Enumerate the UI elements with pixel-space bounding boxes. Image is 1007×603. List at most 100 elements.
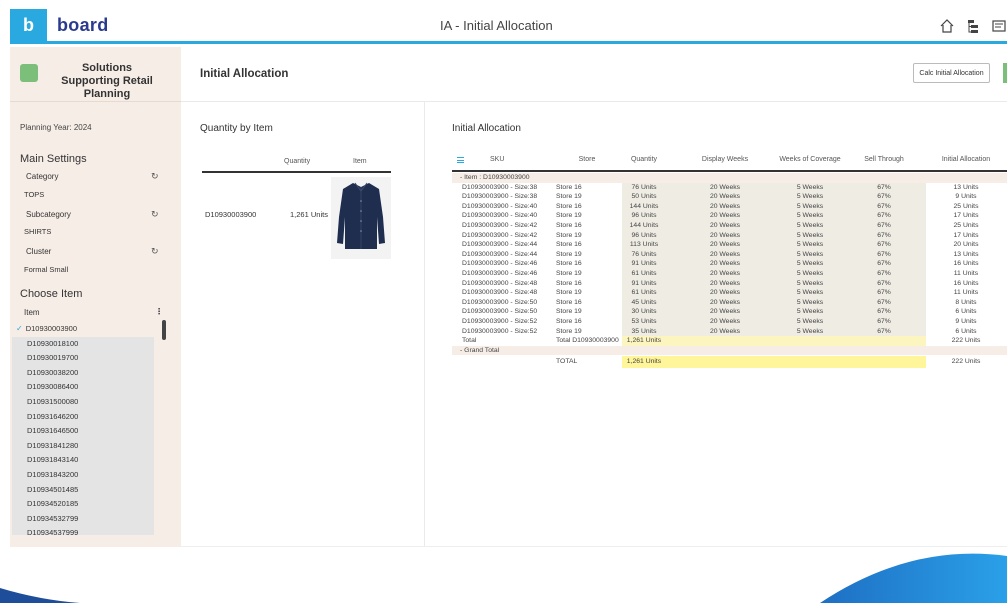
table-row[interactable]: D10930003900 - Size:50 Store 19 30 Units 20… [452, 307, 1007, 317]
item-list-entry[interactable]: D10930018100 [12, 336, 154, 352]
table-cell: 5 Weeks [796, 260, 824, 268]
table-cell: 50 Units [631, 193, 657, 201]
item-list-entry[interactable]: D10930086400 [12, 380, 154, 395]
column-header[interactable]: Initial Allocation [928, 156, 1004, 163]
subcategory-value[interactable]: SHIRTS [24, 227, 51, 236]
table-row[interactable]: D10930003900 - Size:38 Store 19 50 Units 20… [452, 192, 1007, 202]
table-cell: Store 16 [556, 318, 582, 325]
table-cell: 67% [877, 193, 891, 201]
cluster-value[interactable]: Formal Small [24, 265, 68, 274]
column-header[interactable]: Weeks of Coverage [770, 156, 850, 163]
checkmark-icon: ✓ [16, 324, 23, 333]
item-list-entry[interactable]: ✓ D10930003900 [12, 322, 154, 337]
category-value[interactable]: TOPS [24, 190, 44, 199]
column-header[interactable]: Sell Through [854, 156, 914, 163]
table-row[interactable]: D10930003900 - Size:44 Store 16 113 Units 2… [452, 240, 1007, 250]
sidebar-header: Solutions Supporting Retail Planning [10, 47, 181, 101]
table-cell: - Item : D10930003900 [460, 174, 530, 181]
item-code: D10930003900 [25, 324, 78, 333]
column-header[interactable]: Display Weeks [690, 156, 760, 163]
table-row[interactable]: D10930003900 - Size:40 Store 19 96 Units 20… [452, 211, 1007, 221]
item-code: D10930019700 [27, 353, 79, 363]
item-list-entry[interactable]: D10931646200 [12, 409, 154, 425]
table-cell: 67% [877, 308, 891, 316]
green-action-tab[interactable] [1003, 63, 1007, 83]
item-list[interactable]: ✓ D10930003900 D10930018100 D10930019700 D10… [12, 322, 154, 535]
main-settings-heading: Main Settings [20, 153, 87, 165]
table-cell: 67% [877, 202, 891, 210]
table-cell: 96 Units [631, 231, 657, 239]
subcategory-reset-icon[interactable]: ↻ [151, 209, 159, 220]
table-row[interactable]: D10930003900 - Size:46 Store 19 61 Units 20… [452, 269, 1007, 279]
table-row[interactable]: D10930003900 - Size:48 Store 16 91 Units 20… [452, 279, 1007, 289]
table-cell: 1,261 Units [626, 337, 662, 345]
item-list-entry[interactable]: D10931843200 [12, 467, 154, 483]
table-cell: 96 Units [631, 212, 657, 220]
table-cell: Store 16 [556, 183, 582, 191]
category-label: Category [26, 172, 59, 181]
table-row[interactable]: - Grand Total [452, 345, 1007, 356]
column-header[interactable]: Quantity [614, 156, 674, 163]
table-cell: Store 19 [556, 289, 582, 297]
table-row[interactable]: - Item : D10930003900 [452, 173, 1007, 183]
item-list-entry[interactable]: D10934537999 [12, 526, 154, 535]
table-cell: Store 19 [556, 212, 582, 220]
table-cell: 25 Units [953, 222, 979, 229]
planning-year: Planning Year: 2024 [20, 123, 92, 132]
item-list-scrollbar[interactable] [162, 320, 166, 340]
table-cell: 1,261 Units [626, 357, 662, 365]
table-row[interactable]: Total Total D10930003900 1,261 Units 222 Un… [452, 336, 1007, 346]
table-cell: 20 Weeks [709, 183, 741, 191]
table-cell: D10930003900 - Size:50 [462, 298, 538, 306]
board-logo[interactable]: b [10, 9, 47, 44]
item-list-entry[interactable]: D10931646500 [12, 424, 154, 439]
table-cell: 9 Units [955, 318, 977, 325]
table-cell: 67% [877, 279, 891, 287]
table-row[interactable]: D10930003900 - Size:52 Store 19 35 Units 20… [452, 327, 1007, 337]
item-list-entry[interactable]: D10930038200 [12, 365, 154, 381]
table-cell: 20 Weeks [709, 327, 741, 335]
table-cell: 20 Weeks [709, 193, 741, 201]
table-cell: 5 Weeks [796, 298, 824, 306]
item-more-icon[interactable]: ⋮ [155, 307, 163, 316]
table-row[interactable]: TOTAL 1,261 Units 222 Units [452, 357, 1007, 367]
table-cell: 30 Units [631, 308, 657, 316]
item-list-entry[interactable]: D10931500080 [12, 394, 154, 410]
table-row[interactable]: D10930003900 - Size:52 Store 16 53 Units 20… [452, 317, 1007, 327]
table-row[interactable]: D10930003900 - Size:50 Store 16 45 Units 20… [452, 298, 1007, 308]
item-code: D10934537999 [27, 528, 79, 535]
table-cell: 16 Units [953, 279, 979, 287]
item-list-entry[interactable]: D10931843140 [12, 453, 154, 468]
item-code: D10931646200 [27, 411, 79, 421]
table-row[interactable]: D10930003900 - Size:42 Store 19 96 Units 20… [452, 231, 1007, 241]
table-cell: 5 Weeks [796, 193, 824, 201]
allocation-header-rule [452, 170, 1007, 172]
choose-item-heading: Choose Item [20, 288, 83, 300]
item-list-entry[interactable]: D10934520185 [12, 497, 154, 512]
table-cell: Store 19 [556, 193, 582, 201]
table-cell: D10930003900 - Size:44 [462, 241, 538, 249]
column-header[interactable]: Store [557, 156, 617, 163]
item-list-entry[interactable]: D10934532799 [12, 511, 154, 527]
table-row[interactable]: D10930003900 - Size:46 Store 16 91 Units 20… [452, 259, 1007, 269]
calc-initial-allocation-button[interactable]: Calc Initial Allocation [913, 63, 990, 83]
item-list-entry[interactable]: D10934501485 [12, 482, 154, 498]
table-cell: 5 Weeks [796, 202, 824, 210]
table-cell: 61 Units [631, 289, 657, 297]
table-row[interactable]: D10930003900 - Size:38 Store 16 76 Units 20… [452, 183, 1007, 193]
table-cell: D10930003900 - Size:38 [462, 193, 538, 201]
table-row[interactable]: D10930003900 - Size:40 Store 16 144 Units 2… [452, 202, 1007, 212]
table-row[interactable]: D10930003900 - Size:48 Store 19 61 Units 20… [452, 288, 1007, 298]
hierarchy-icon[interactable] [965, 18, 981, 34]
table-cell: Store 19 [556, 231, 582, 239]
table-cell: 67% [877, 289, 891, 297]
item-list-entry[interactable]: D10931841280 [12, 438, 154, 454]
item-list-entry[interactable]: D10930019700 [12, 351, 154, 366]
table-cell: 76 Units [631, 250, 657, 258]
category-reset-icon[interactable]: ↻ [151, 171, 159, 182]
screen-icon[interactable] [991, 18, 1007, 34]
cluster-reset-icon[interactable]: ↻ [151, 246, 159, 257]
home-icon[interactable] [939, 18, 955, 34]
table-row[interactable]: D10930003900 - Size:42 Store 16 144 Units 2… [452, 221, 1007, 231]
table-row[interactable]: D10930003900 - Size:44 Store 19 76 Units 20… [452, 250, 1007, 260]
